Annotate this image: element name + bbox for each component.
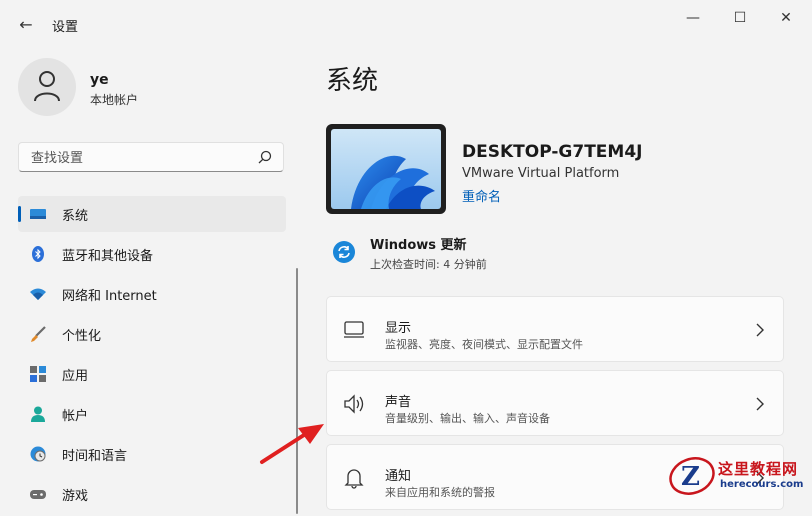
card-subtitle: 来自应用和系统的警报 xyxy=(385,486,495,499)
windows-update-status: 上次检查时间: 4 分钟前 xyxy=(370,258,487,271)
minimize-icon[interactable]: — xyxy=(670,8,716,28)
sidebar-item-label: 系统 xyxy=(62,209,89,224)
sidebar-item-label: 个性化 xyxy=(62,329,102,344)
card-title: 显示 xyxy=(385,321,412,336)
monitor-icon xyxy=(30,209,46,219)
device-name: DESKTOP-G7TEM4J xyxy=(462,142,643,162)
windows-update-icon[interactable] xyxy=(332,240,356,264)
back-arrow-icon[interactable]: ← xyxy=(14,13,38,37)
sidebar-item-accounts[interactable]: 帐户 xyxy=(18,396,286,432)
sidebar-item-network[interactable]: 网络和 Internet xyxy=(18,276,286,312)
sidebar-item-label: 应用 xyxy=(62,369,89,384)
user-name: ye xyxy=(90,72,109,88)
sidebar-item-label: 时间和语言 xyxy=(62,449,128,464)
search-box xyxy=(18,142,284,172)
card-title: 声音 xyxy=(385,395,412,410)
wifi-icon xyxy=(30,288,46,300)
title-bar: ← 设置 — ☐ ✕ xyxy=(0,0,812,48)
bloom-wallpaper-icon xyxy=(331,129,441,209)
display-card[interactable]: 显示 监视器、亮度、夜间模式、显示配置文件 xyxy=(326,296,784,362)
search-input[interactable] xyxy=(29,148,253,168)
avatar[interactable] xyxy=(18,58,76,116)
close-icon[interactable]: ✕ xyxy=(763,8,809,28)
page-title: 系统 xyxy=(326,66,379,96)
sidebar-item-gaming[interactable]: 游戏 xyxy=(18,476,286,512)
window-title: 设置 xyxy=(52,20,79,35)
card-subtitle: 监视器、亮度、夜间模式、显示配置文件 xyxy=(385,338,583,351)
watermark-logo-letter: Z xyxy=(681,462,700,492)
rename-link[interactable]: 重命名 xyxy=(462,186,501,205)
apps-icon xyxy=(30,366,46,382)
sidebar-item-label: 蓝牙和其他设备 xyxy=(62,249,154,264)
device-thumbnail xyxy=(326,124,446,214)
display-icon xyxy=(344,321,364,338)
person-icon xyxy=(34,71,60,102)
sidebar-item-label: 帐户 xyxy=(62,409,89,424)
search-icon[interactable] xyxy=(257,149,273,165)
sidebar-item-bluetooth[interactable]: 蓝牙和其他设备 xyxy=(18,236,286,272)
sidebar-item-label: 游戏 xyxy=(62,489,89,504)
watermark-domain: herecours.com xyxy=(720,479,804,490)
chevron-right-icon xyxy=(756,323,764,337)
brush-icon xyxy=(31,326,46,342)
bell-icon xyxy=(344,469,364,489)
gamepad-icon xyxy=(30,490,46,499)
watermark-title: 这里教程网 xyxy=(718,460,799,478)
speaker-icon xyxy=(344,394,364,414)
card-subtitle: 音量级别、输出、输入、声音设备 xyxy=(385,412,550,425)
sidebar: ye 本地帐户 系统 蓝牙和其他设备 xyxy=(0,48,300,514)
sound-card[interactable]: 声音 音量级别、输出、输入、声音设备 xyxy=(326,370,784,436)
annotation-arrow-icon xyxy=(260,424,324,464)
device-model: VMware Virtual Platform xyxy=(462,166,620,181)
clock-globe-icon xyxy=(30,446,46,462)
sidebar-item-personalization[interactable]: 个性化 xyxy=(18,316,286,352)
bluetooth-icon xyxy=(32,246,44,262)
sidebar-nav: 系统 蓝牙和其他设备 网络和 Internet 个性化 应用 帐户 时间和语言 … xyxy=(18,196,286,516)
person-icon xyxy=(31,406,45,422)
card-title: 通知 xyxy=(385,469,412,484)
sidebar-scrollbar[interactable] xyxy=(296,268,298,514)
maximize-icon[interactable]: ☐ xyxy=(717,8,763,28)
chevron-right-icon xyxy=(756,397,764,411)
account-type: 本地帐户 xyxy=(90,93,139,107)
wallpaper-preview xyxy=(331,129,441,209)
sidebar-item-time-language[interactable]: 时间和语言 xyxy=(18,436,286,472)
sidebar-item-label: 网络和 Internet xyxy=(62,289,157,304)
sidebar-item-system[interactable]: 系统 xyxy=(18,196,286,232)
sidebar-item-apps[interactable]: 应用 xyxy=(18,356,286,392)
watermark: Z 这里教程网 herecours.com xyxy=(668,454,812,497)
windows-update-title[interactable]: Windows 更新 xyxy=(370,234,467,253)
watermark-logo-icon: Z xyxy=(669,457,715,495)
